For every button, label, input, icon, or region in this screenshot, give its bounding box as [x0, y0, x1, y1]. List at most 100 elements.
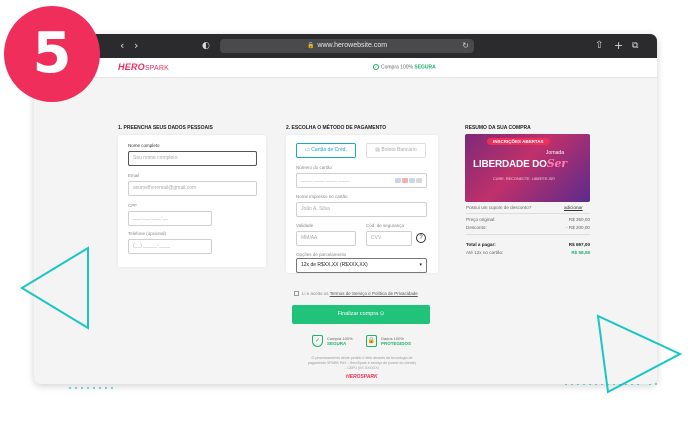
banner-tagline: CURE. RECONECTE. LIBERTE-SE! [493, 177, 555, 181]
shield-icon[interactable]: ◐ [202, 38, 210, 54]
cpf-field[interactable]: ___.___.___-__ [128, 211, 212, 226]
logo-spark: SPARK [145, 65, 169, 72]
banner-title: LIBERDADE DOSer [473, 157, 567, 170]
shield-check-icon: ✓ [373, 64, 379, 70]
banner-pill: INSCRIÇÕES ABERTAS [487, 138, 550, 145]
installments-value: 12x de R$XX,XX (R$XXX,XX) [301, 262, 368, 268]
site-header: HEROSPARK ✓ Compra 100% SEGURA [34, 58, 657, 78]
step-number: 5 [4, 6, 100, 102]
phone-field[interactable]: (__) _____-____ [128, 239, 212, 254]
credit-card-button[interactable]: ▭ Cartão de Créd. [296, 143, 356, 158]
email-field[interactable]: seumelhoremail@gmail.com [128, 181, 257, 196]
divider [466, 234, 590, 235]
decor-dot [87, 387, 89, 389]
boleto-button[interactable]: ▤ Boleto Bancário [366, 143, 426, 158]
share-icon[interactable]: ⇧ [595, 38, 603, 54]
terms-checkbox[interactable] [294, 291, 299, 296]
chevron-down-icon: ▾ [419, 259, 422, 272]
lock-icon: 🔒 [307, 43, 314, 49]
secure-bold: SEGURA [414, 64, 435, 70]
credit-card-label: Cartão de Créd. [311, 147, 347, 153]
reload-icon[interactable]: ↻ [462, 39, 469, 53]
browser-window: ‹ › ◐ 🔒 www.herowebsite.com ↻ ⇧ + ⧉ HEROS… [34, 34, 657, 384]
add-coupon-link[interactable]: adicionar [564, 205, 583, 210]
coupon-text: Possui um cupom de desconto? [466, 205, 531, 210]
name-field[interactable]: Seu nome completo [128, 151, 257, 166]
cvv-label: Cód. de segurança [366, 223, 404, 228]
footer-logo: HEROSPARK [346, 374, 378, 380]
summary-title: RESUMO DA SUA COMPRA [465, 125, 531, 131]
card-name-label: Nome impresso no cartão [296, 194, 348, 199]
installment-label: Até 12x no cartão: [466, 250, 503, 255]
new-tab-icon[interactable]: + [614, 38, 623, 54]
forward-icon[interactable]: › [134, 38, 138, 54]
total-value: R$ 697,00 [534, 242, 590, 247]
help-icon[interactable]: ? [416, 233, 426, 243]
card-number-label: Número do cartão [296, 165, 332, 170]
decor-dot [69, 387, 71, 389]
personal-title: 1. PREENCHA SEUS DADOS PESSOAIS [118, 125, 213, 131]
amex-icon [409, 178, 415, 183]
finish-label: Finalizar compra [338, 311, 379, 317]
decor-dot [111, 387, 113, 389]
terms-link[interactable]: Termos de Serviço e Política de Privacid… [330, 291, 418, 296]
card-brands [395, 178, 422, 183]
lock-icon: ⊙ [380, 311, 385, 317]
elo-icon [416, 178, 422, 183]
cvv-field[interactable]: CVV [366, 231, 412, 246]
decor-dot [105, 387, 107, 389]
decor-dot [93, 387, 95, 389]
phone-label: Telefone (opcional) [128, 231, 166, 236]
original-price-value: R$ 350,00 [534, 217, 590, 222]
decor-dot [81, 387, 83, 389]
tabs-icon[interactable]: ⧉ [632, 38, 638, 54]
card-number-placeholder: ____ ____ ____ ____ [301, 177, 350, 183]
card-number-field[interactable]: ____ ____ ____ ____ [296, 173, 427, 188]
banner-jornada: Jornada [546, 150, 564, 156]
mastercard-icon [402, 178, 408, 183]
phone-label-text: Telefone [128, 231, 145, 236]
protected-badge: Dados 100% PROTEGIDOS [381, 336, 411, 346]
badge1-bold: SEGURA [327, 341, 353, 346]
payment-card: ▭ Cartão de Créd. ▤ Boleto Bancário Núme… [286, 135, 438, 273]
decor-dot [99, 387, 101, 389]
banner-ser: Ser [547, 157, 567, 170]
email-label: Email [128, 173, 139, 178]
installments-select[interactable]: 12x de R$XX,XX (R$XXX,XX) ▾ [296, 258, 427, 273]
card-name-field[interactable]: João A. Silva [296, 202, 427, 217]
cpf-label: CPF [128, 203, 137, 208]
address-bar[interactable]: 🔒 www.herowebsite.com ↻ [220, 39, 474, 53]
divider [466, 213, 590, 214]
validity-field[interactable]: MM/AA [296, 231, 356, 246]
note-line3: - CNPJ (XX.XXX/XX) [284, 366, 440, 371]
finish-purchase-button[interactable]: Finalizar compra ⊙ [292, 305, 430, 324]
visa-icon [395, 178, 401, 183]
url-text: www.herowebsite.com [317, 42, 387, 49]
product-banner: INSCRIÇÕES ABERTAS Jornada LIBERDADE DOS… [465, 134, 590, 202]
discount-value: - R$ 200,00 [534, 225, 590, 230]
badge2-bold: PROTEGIDOS [381, 341, 411, 346]
payment-title: 2. ESCOLHA O MÉTODO DE PAGAMENTO [286, 125, 386, 131]
terms-prefix: Li e aceito os [302, 291, 329, 296]
secure-badge: Compra 100% SEGURA [327, 336, 353, 346]
shield-check-icon: ✓ [312, 335, 323, 347]
name-label: Nome completo [128, 143, 160, 148]
validity-label: Validade [296, 223, 313, 228]
installment-value: R$ 58,08 [534, 250, 590, 255]
browser-toolbar: ‹ › ◐ 🔒 www.herowebsite.com ↻ ⇧ + ⧉ [34, 34, 657, 58]
checkout-page: HEROSPARK ✓ Compra 100% SEGURA 1. PREENCH… [34, 58, 657, 384]
discount-label: Desconto: [466, 225, 487, 230]
herospark-logo[interactable]: HEROSPARK [118, 62, 169, 72]
personal-card: Nome completo Seu nome completo Email se… [118, 135, 266, 267]
installments-label: Opções de parcelamento [296, 252, 346, 257]
logo-hero: HERO [118, 62, 145, 72]
stage: ‹ › ◐ 🔒 www.herowebsite.com ↻ ⇧ + ⧉ HEROS… [0, 0, 700, 443]
secure-purchase: ✓ Compra 100% SEGURA [373, 64, 436, 70]
decor-dot [75, 387, 77, 389]
boleto-label: Boleto Bancário [381, 147, 416, 153]
banner-main: LIBERDADE DO [473, 159, 547, 170]
processing-note: O processamento deste pedido é feito atr… [284, 356, 440, 371]
phone-optional: (opcional) [146, 231, 166, 236]
back-icon[interactable]: ‹ [120, 38, 124, 54]
original-price-label: Preço original: [466, 217, 495, 222]
